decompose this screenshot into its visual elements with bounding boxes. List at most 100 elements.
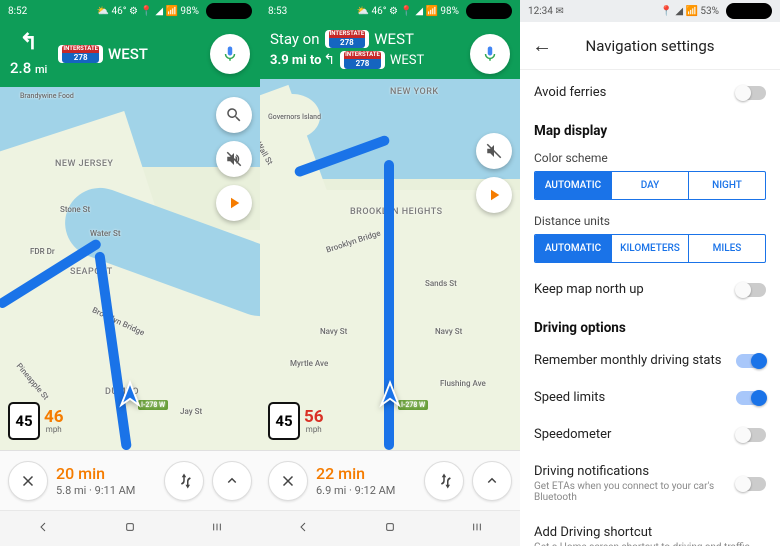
- interstate-shield-icon-2: INTERSTATE278: [340, 51, 385, 69]
- map-label-navy: Navy St: [320, 327, 347, 336]
- camera-notch: [466, 3, 512, 19]
- voice-search-button[interactable]: [470, 34, 510, 74]
- setting-north-up[interactable]: Keep map north up: [534, 271, 766, 308]
- map-label-flush: Flushing Ave: [440, 379, 486, 388]
- map-label-navy2: Navy St: [435, 327, 462, 336]
- status-icons: 📍 ◢ 📶 53%: [660, 3, 772, 19]
- status-time: 12:34 ✉: [528, 6, 564, 17]
- toggle-driving-notifications[interactable]: [736, 477, 766, 491]
- close-nav-button[interactable]: [268, 461, 308, 501]
- status-bar: 12:34 ✉ 📍 ◢ 📶 53%: [520, 0, 780, 22]
- setting-avoid-ferries[interactable]: Avoid ferries: [534, 74, 766, 111]
- interstate-shield-icon: INTERSTATE278: [58, 45, 103, 63]
- status-bar: 8:52 ⛅ 46° ⚙ 📍 ◢ 📶 98%: [0, 0, 260, 22]
- map-label-water: Water St: [90, 229, 121, 238]
- setting-speed-limits[interactable]: Speed limits: [534, 379, 766, 416]
- nav-direction-2: WEST: [390, 53, 424, 68]
- map-label-ny: NEW YORK: [390, 87, 439, 97]
- sys-back-button[interactable]: [295, 519, 311, 539]
- speed-limit-sign: 45: [8, 402, 40, 440]
- map-label-bh: BROOKLYN HEIGHTS: [350, 207, 443, 217]
- settings-list[interactable]: Avoid ferries Map display Color scheme A…: [520, 70, 780, 546]
- interstate-shield-icon: INTERSTATE278: [325, 30, 370, 48]
- toggle-remember-stats[interactable]: [736, 354, 766, 368]
- seg-units-mi[interactable]: MILES: [688, 235, 765, 262]
- nav-direction: WEST: [108, 45, 148, 63]
- turn-arrow-icon: ↰: [323, 52, 335, 68]
- current-speed: 56mph: [304, 409, 324, 434]
- toggle-avoid-ferries[interactable]: [736, 86, 766, 100]
- nav-distance: 2.8 mi: [10, 59, 47, 77]
- nav-instruction-banner[interactable]: ↰ 2.8 mi INTERSTATE278 WEST: [0, 22, 260, 87]
- settings-header: ← Navigation settings: [520, 22, 780, 70]
- camera-notch: [726, 3, 772, 19]
- phone-settings: 12:34 ✉ 📍 ◢ 📶 53% ← Navigation settings …: [520, 0, 780, 546]
- mute-button[interactable]: [216, 141, 252, 177]
- turn-arrow-icon: ↰: [16, 30, 42, 55]
- seg-units-auto[interactable]: AUTOMATIC: [535, 235, 611, 262]
- speed-limit-sign: 45: [268, 402, 300, 440]
- eta-time: 20 min: [56, 464, 156, 483]
- alt-routes-button[interactable]: [424, 461, 464, 501]
- map-canvas[interactable]: NEW JERSEY Brandywine Food Stone St Wate…: [0, 87, 260, 450]
- dist-to-label: 3.9 mi to: [270, 53, 321, 68]
- eta-info[interactable]: 22 min 6.9 mi · 9:12 AM: [316, 464, 416, 496]
- map-label-jay: Jay St: [180, 407, 202, 416]
- media-button[interactable]: [476, 177, 512, 213]
- setting-speedometer[interactable]: Speedometer: [534, 416, 766, 453]
- media-button[interactable]: [216, 185, 252, 221]
- sys-home-button[interactable]: [382, 519, 398, 539]
- seg-scheme-auto[interactable]: AUTOMATIC: [535, 172, 611, 199]
- sys-home-button[interactable]: [122, 519, 138, 539]
- eta-sub: 5.8 mi · 9:11 AM: [56, 484, 156, 497]
- segmented-distance-units: AUTOMATIC KILOMETERS MILES: [534, 234, 766, 263]
- map-label-fdr: FDR Dr: [30, 247, 55, 256]
- sys-recents-button[interactable]: [469, 519, 485, 539]
- label-distance-units: Distance units: [534, 208, 766, 234]
- eta-bottom-bar[interactable]: 20 min 5.8 mi · 9:11 AM: [0, 450, 260, 510]
- map-label-brand: Brandywine Food: [20, 92, 74, 100]
- expand-up-button[interactable]: [212, 461, 252, 501]
- map-label-myrtle: Myrtle Ave: [290, 359, 328, 368]
- nav-instruction-banner[interactable]: Stay on INTERSTATE278 WEST 3.9 mi to ↰ I…: [260, 22, 520, 79]
- seg-scheme-night[interactable]: NIGHT: [688, 172, 765, 199]
- label-color-scheme: Color scheme: [534, 145, 766, 171]
- stay-on-label: Stay on: [270, 30, 320, 48]
- speed-indicator: 45 46mph: [8, 402, 64, 440]
- seg-scheme-day[interactable]: DAY: [611, 172, 688, 199]
- vehicle-cursor-icon: [375, 380, 405, 414]
- seg-units-km[interactable]: KILOMETERS: [611, 235, 688, 262]
- vehicle-cursor-icon: [115, 380, 145, 414]
- system-nav-bar: [0, 510, 260, 546]
- eta-info[interactable]: 20 min 5.8 mi · 9:11 AM: [56, 464, 156, 496]
- setting-driving-notifications[interactable]: Driving notificationsGet ETAs when you c…: [534, 453, 766, 514]
- mute-button[interactable]: [476, 133, 512, 169]
- system-nav-bar: [260, 510, 520, 546]
- speed-indicator: 45 56mph: [268, 402, 324, 440]
- toggle-speed-limits[interactable]: [736, 391, 766, 405]
- eta-sub: 6.9 mi · 9:12 AM: [316, 484, 416, 497]
- setting-remember-stats[interactable]: Remember monthly driving stats: [534, 342, 766, 379]
- zoom-search-button[interactable]: [216, 97, 252, 133]
- map-canvas[interactable]: NEW YORK Governors Island Wall St BROOKL…: [260, 79, 520, 450]
- toggle-speedometer[interactable]: [736, 428, 766, 442]
- toggle-north-up[interactable]: [736, 283, 766, 297]
- phone-nav-2: 8:53 ⛅ 46° ⚙ 📍 ◢ 📶 98% Stay on INTERSTAT…: [260, 0, 520, 546]
- status-icons: ⛅ 46° ⚙ 📍 ◢ 📶 98%: [357, 3, 512, 19]
- map-label-gov: Governors Island: [268, 113, 321, 121]
- sys-recents-button[interactable]: [209, 519, 225, 539]
- status-time: 8:53: [268, 6, 287, 17]
- status-bar: 8:53 ⛅ 46° ⚙ 📍 ◢ 📶 98%: [260, 0, 520, 22]
- camera-notch: [206, 3, 252, 19]
- alt-routes-button[interactable]: [164, 461, 204, 501]
- back-button[interactable]: ←: [532, 33, 556, 58]
- close-nav-button[interactable]: [8, 461, 48, 501]
- voice-search-button[interactable]: [210, 34, 250, 74]
- phone-nav-1: 8:52 ⛅ 46° ⚙ 📍 ◢ 📶 98% ↰ 2.8 mi INTERSTA…: [0, 0, 260, 546]
- sys-back-button[interactable]: [35, 519, 51, 539]
- status-time: 8:52: [8, 6, 27, 17]
- setting-add-shortcut[interactable]: Add Driving shortcutGet a Home screen sh…: [534, 514, 766, 546]
- nav-direction: WEST: [374, 30, 414, 48]
- eta-bottom-bar[interactable]: 22 min 6.9 mi · 9:12 AM: [260, 450, 520, 510]
- expand-up-button[interactable]: [472, 461, 512, 501]
